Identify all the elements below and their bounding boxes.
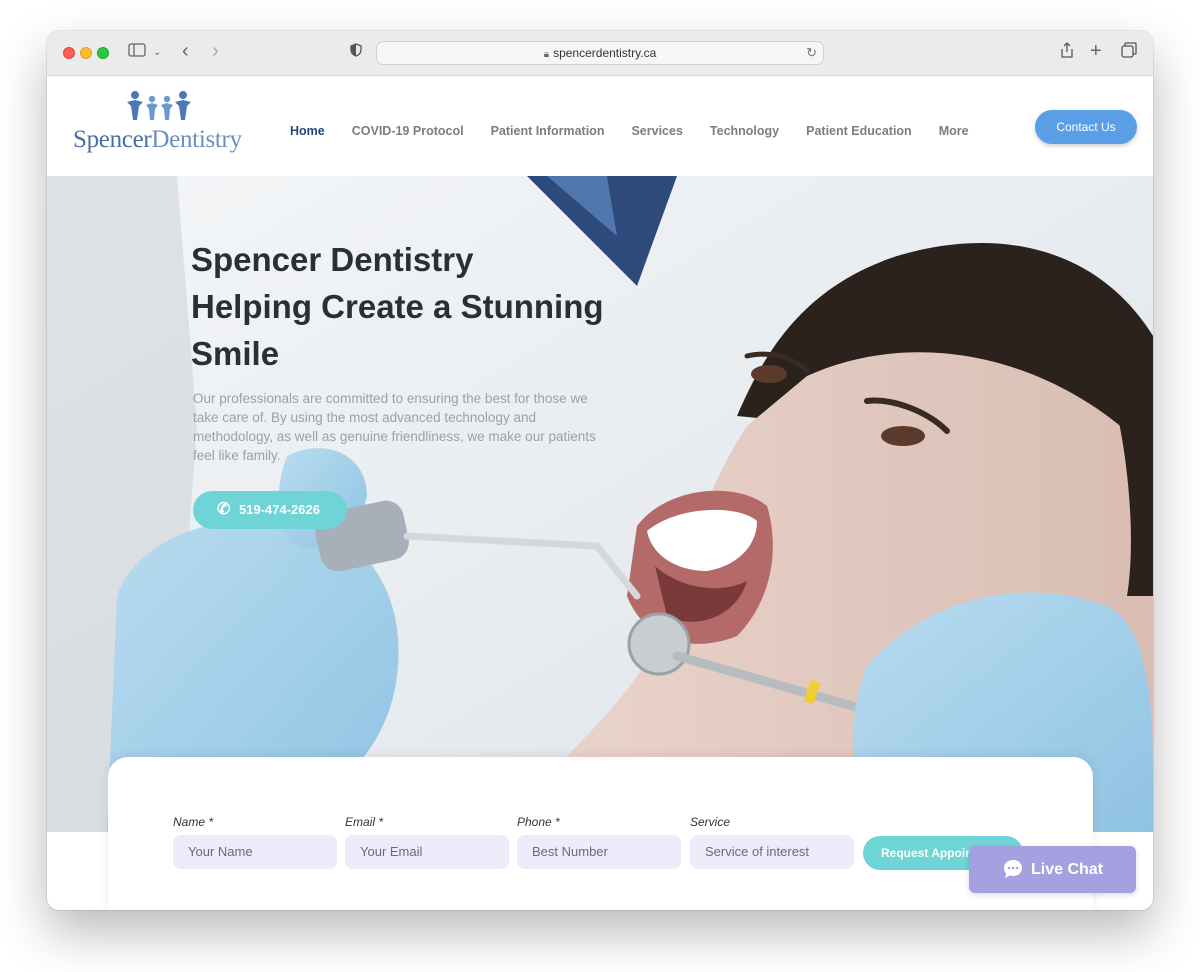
service-label: Service	[690, 815, 731, 829]
logo[interactable]: SpencerDentistry	[73, 91, 243, 162]
site-header: SpencerDentistry Home COVID-19 Protocol …	[47, 76, 1153, 176]
forward-icon[interactable]: ›	[212, 40, 219, 62]
family-logo-icon	[127, 91, 191, 120]
hero-title: Spencer Dentistry Helping Create a Stunn…	[191, 236, 631, 377]
shield-icon[interactable]	[350, 42, 362, 64]
nav-patient-education[interactable]: Patient Education	[806, 124, 912, 138]
logo-text: SpencerDentistry	[73, 126, 242, 154]
logo-text-rest: Dentistry	[151, 126, 242, 153]
zoom-window-button[interactable]	[97, 47, 109, 59]
live-chat-button[interactable]: Live Chat	[969, 846, 1136, 893]
address-bar[interactable]: 🔒︎ spencerdentistry.ca ↻	[376, 41, 824, 65]
share-icon[interactable]	[1060, 42, 1074, 66]
nav-patient-information[interactable]: Patient Information	[491, 124, 605, 138]
name-label: Name *	[173, 815, 214, 829]
hero-title-line: Helping Create a Stunning	[191, 288, 604, 325]
email-field: Email * Your Email	[345, 815, 509, 869]
browser-window: ⌄ ‹ › 🔒︎ spencerdentistry.ca ↻ + Spencer…	[47, 31, 1153, 910]
chevron-down-icon[interactable]: ⌄	[153, 42, 161, 64]
phone-call-button[interactable]: ✆ 519-474-2626	[193, 491, 347, 529]
phone-label: Phone *	[517, 815, 560, 829]
service-input[interactable]: Service of interest	[690, 835, 854, 869]
url-text: spencerdentistry.ca	[553, 46, 657, 60]
phone-field: Phone * Best Number	[517, 815, 681, 869]
nav-technology[interactable]: Technology	[710, 124, 779, 138]
hero-section: Spencer Dentistry Helping Create a Stunn…	[47, 176, 1153, 832]
hero-title-line: Smile	[191, 335, 280, 372]
nav-covid-protocol[interactable]: COVID-19 Protocol	[352, 124, 464, 138]
name-input[interactable]: Your Name	[173, 835, 337, 869]
email-input[interactable]: Your Email	[345, 835, 509, 869]
hero-title-line: Spencer Dentistry	[191, 241, 474, 278]
chat-bubble-icon	[1004, 860, 1022, 878]
phone-input[interactable]: Best Number	[517, 835, 681, 869]
tabs-icon[interactable]	[1121, 42, 1137, 65]
nav-more[interactable]: More	[939, 124, 969, 138]
reload-icon[interactable]: ↻	[806, 42, 817, 64]
browser-toolbar: ⌄ ‹ › 🔒︎ spencerdentistry.ca ↻ +	[47, 31, 1153, 76]
nav-home[interactable]: Home	[290, 124, 325, 138]
hero-description: Our professionals are committed to ensur…	[193, 391, 596, 463]
email-label: Email *	[345, 815, 384, 829]
close-window-button[interactable]	[63, 47, 75, 59]
nav-services[interactable]: Services	[631, 124, 682, 138]
new-tab-icon[interactable]: +	[1090, 40, 1102, 62]
live-chat-label: Live Chat	[1031, 861, 1104, 878]
minimize-window-button[interactable]	[80, 47, 92, 59]
phone-icon: ✆	[217, 501, 231, 518]
appointment-form: Name * Your Name Email * Your Email Phon…	[108, 757, 1093, 910]
sidebar-icon[interactable]	[128, 42, 146, 64]
name-field: Name * Your Name	[173, 815, 337, 869]
back-icon[interactable]: ‹	[182, 40, 189, 62]
lock-icon: 🔒︎	[543, 49, 550, 60]
phone-number: 519-474-2626	[239, 502, 320, 517]
logo-text-main: Spencer	[73, 126, 152, 153]
main-nav: Home COVID-19 Protocol Patient Informati…	[290, 124, 996, 138]
service-field: Service Service of interest	[690, 815, 854, 869]
contact-us-button[interactable]: Contact Us	[1035, 110, 1137, 144]
